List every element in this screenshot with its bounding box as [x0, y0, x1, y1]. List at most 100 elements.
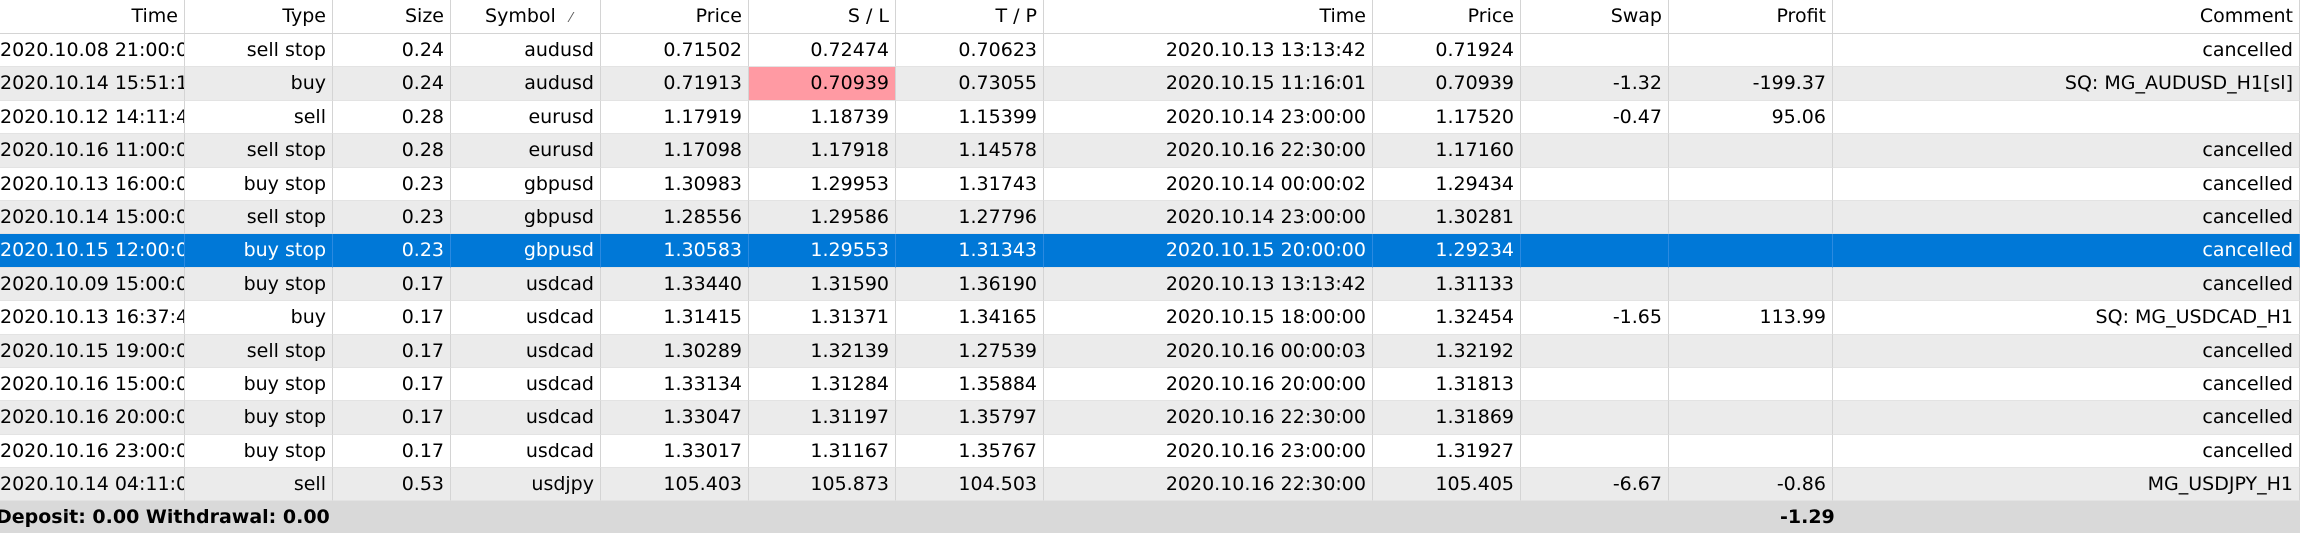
- cell-close-price: 1.31869: [1373, 401, 1521, 435]
- cell-comment: MG_USDJPY_H1: [1833, 468, 2300, 502]
- cell-symbol: usdcad: [451, 367, 601, 402]
- cell-comment: SQ: MG_USDCAD_H1: [1833, 301, 2300, 335]
- cell-symbol: gbpusd: [451, 200, 601, 235]
- cell-comment: [1833, 100, 2300, 135]
- cell-profit: [1669, 200, 1833, 235]
- cell-profit: [1669, 334, 1833, 368]
- cell-symbol: usdcad: [451, 334, 601, 368]
- cell-type: buy stop: [185, 401, 333, 435]
- cell-open-price: 1.17919: [601, 100, 749, 135]
- cell-profit: -199.37: [1669, 67, 1833, 101]
- col-header-swap[interactable]: Swap: [1521, 0, 1669, 33]
- cell-open-time: 2020.10.16 20:00:00: [0, 401, 185, 435]
- cell-close-time: 2020.10.16 20:00:00: [1044, 367, 1373, 402]
- cell-comment: cancelled: [1833, 200, 2300, 235]
- cell-sl: 1.29553: [749, 234, 896, 268]
- cell-close-time: 2020.10.16 22:30:00: [1044, 134, 1373, 168]
- cell-sl: 1.31284: [749, 367, 896, 402]
- cell-close-time: 2020.10.14 23:00:00: [1044, 100, 1373, 135]
- cell-size: 0.17: [333, 401, 451, 435]
- cell-symbol: audusd: [451, 34, 601, 68]
- cell-open-time: 2020.10.14 04:11:02: [0, 468, 185, 502]
- col-header-profit[interactable]: Profit: [1669, 0, 1833, 33]
- col-header-open-price[interactable]: Price: [601, 0, 749, 33]
- cell-open-time: 2020.10.16 15:00:00: [0, 367, 185, 402]
- cell-symbol: usdcad: [451, 267, 601, 302]
- cell-tp: 1.36190: [896, 267, 1044, 302]
- col-header-tp[interactable]: T / P: [896, 0, 1044, 33]
- cell-close-time: 2020.10.15 20:00:00: [1044, 234, 1373, 268]
- total-profit: -1.29: [1780, 506, 1835, 528]
- cell-open-time: 2020.10.15 19:00:00: [0, 334, 185, 368]
- cell-close-time: 2020.10.16 00:00:03: [1044, 334, 1373, 368]
- cell-sl: 1.32139: [749, 334, 896, 368]
- cell-profit: 113.99: [1669, 301, 1833, 335]
- table-body: 2020.10.08 21:00:02 sell stop 0.24 audusd 0.…: [0, 34, 2300, 502]
- cell-profit: [1669, 434, 1833, 469]
- col-header-open-time[interactable]: Time: [0, 0, 185, 33]
- cell-swap: [1521, 167, 1669, 201]
- cell-size: 0.17: [333, 434, 451, 469]
- cell-close-price: 1.17160: [1373, 134, 1521, 168]
- cell-open-price: 1.33440: [601, 267, 749, 302]
- cell-profit: [1669, 34, 1833, 68]
- cell-close-price: 0.71924: [1373, 34, 1521, 68]
- cell-comment: cancelled: [1833, 334, 2300, 368]
- cell-tp: 1.35797: [896, 401, 1044, 435]
- cell-symbol: gbpusd: [451, 167, 601, 201]
- col-header-type[interactable]: Type: [185, 0, 333, 33]
- cell-symbol: usdcad: [451, 434, 601, 469]
- cell-close-price: 1.17520: [1373, 100, 1521, 135]
- col-header-comment[interactable]: Comment: [1833, 0, 2300, 33]
- cell-sl: 0.72474: [749, 34, 896, 68]
- cell-open-price: 1.33017: [601, 434, 749, 469]
- cell-open-time: 2020.10.16 23:00:00: [0, 434, 185, 469]
- cell-tp: 1.15399: [896, 100, 1044, 135]
- cell-type: sell stop: [185, 200, 333, 235]
- cell-close-time: 2020.10.16 22:30:00: [1044, 468, 1373, 502]
- cell-size: 0.24: [333, 67, 451, 101]
- col-header-close-time[interactable]: Time: [1044, 0, 1373, 33]
- cell-type: buy stop: [185, 434, 333, 469]
- cell-swap: [1521, 434, 1669, 469]
- cell-tp: 1.35767: [896, 434, 1044, 469]
- cell-comment: cancelled: [1833, 167, 2300, 201]
- cell-sl: 105.873: [749, 468, 896, 502]
- cell-open-price: 0.71502: [601, 34, 749, 68]
- history-table: Time Type Size Symbol ⁄ Price S / L T / P…: [0, 0, 2300, 502]
- col-header-sl[interactable]: S / L: [749, 0, 896, 33]
- cell-symbol: usdjpy: [451, 468, 601, 502]
- cell-size: 0.23: [333, 234, 451, 268]
- cell-close-time: 2020.10.14 23:00:00: [1044, 200, 1373, 235]
- cell-open-time: 2020.10.14 15:51:18: [0, 67, 185, 101]
- cell-size: 0.23: [333, 167, 451, 201]
- col-header-close-price[interactable]: Price: [1373, 0, 1521, 33]
- cell-swap: -1.65: [1521, 301, 1669, 335]
- cell-size: 0.24: [333, 34, 451, 68]
- cell-profit: [1669, 367, 1833, 402]
- cell-comment: cancelled: [1833, 134, 2300, 168]
- cell-open-time: 2020.10.16 11:00:00: [0, 134, 185, 168]
- cell-type: sell stop: [185, 134, 333, 168]
- cell-close-price: 1.31133: [1373, 267, 1521, 302]
- cell-swap: [1521, 367, 1669, 402]
- cell-sl: 1.31371: [749, 301, 896, 335]
- col-header-symbol[interactable]: Symbol ⁄: [451, 0, 601, 33]
- cell-size: 0.17: [333, 367, 451, 402]
- cell-type: sell stop: [185, 34, 333, 68]
- cell-swap: [1521, 34, 1669, 68]
- cell-open-price: 1.31415: [601, 301, 749, 335]
- cell-sl: 1.29586: [749, 200, 896, 235]
- col-header-size[interactable]: Size: [333, 0, 451, 33]
- cell-size: 0.17: [333, 301, 451, 335]
- cell-sl: 0.70939: [749, 67, 896, 101]
- cell-comment: cancelled: [1833, 367, 2300, 402]
- cell-close-time: 2020.10.16 23:00:00: [1044, 434, 1373, 469]
- cell-sl: 1.31167: [749, 434, 896, 469]
- cell-close-price: 1.29434: [1373, 167, 1521, 201]
- cell-comment: SQ: MG_AUDUSD_H1[sl]: [1833, 67, 2300, 101]
- cell-sl: 1.31590: [749, 267, 896, 302]
- cell-size: 0.53: [333, 468, 451, 502]
- cell-tp: 1.31343: [896, 234, 1044, 268]
- cell-swap: [1521, 234, 1669, 268]
